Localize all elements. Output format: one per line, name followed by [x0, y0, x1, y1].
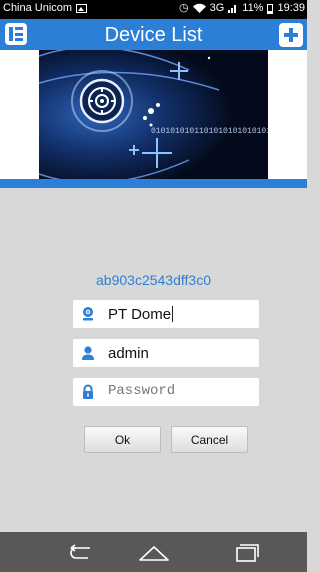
status-bar: China Unicom ◷ 3G 11% 19:39 [0, 0, 307, 19]
battery-icon [267, 4, 274, 14]
status-bar-left: China Unicom [3, 2, 88, 14]
username-field[interactable]: admin [73, 339, 259, 367]
device-name-field[interactable]: PT Dome [73, 300, 259, 328]
device-name-input[interactable]: PT Dome [108, 306, 174, 323]
image-notification-icon [76, 3, 88, 13]
banner-area: 0101010101101010101010101101010101010 [0, 50, 307, 179]
clock: 19:39 [277, 2, 305, 14]
lock-icon [83, 384, 93, 399]
page-title: Device List [104, 24, 203, 46]
banner-divider [0, 179, 307, 188]
status-bar-right: ◷ 3G 11% 19:39 [179, 2, 305, 14]
device-name-value: PT Dome [108, 306, 172, 323]
ok-button[interactable]: Ok [84, 426, 161, 453]
alarm-icon: ◷ [178, 1, 189, 14]
add-device-button[interactable] [279, 23, 303, 47]
navigation-bar [0, 532, 307, 572]
back-icon[interactable] [59, 540, 99, 564]
carrier-name: China Unicom [3, 2, 73, 14]
banner-image: 0101010101101010101010101101010101010 [39, 50, 268, 179]
network-type: 3G [209, 2, 225, 14]
password-field[interactable] [73, 378, 259, 406]
home-icon[interactable] [134, 540, 174, 564]
password-input[interactable] [106, 381, 255, 401]
banner-binary-text: 0101010101101010101010101101010101010 [151, 127, 268, 136]
camera-icon [83, 307, 93, 321]
device-id: ab903c2543dff3c0 [96, 272, 211, 288]
signal-icon [228, 5, 237, 13]
recents-icon[interactable] [226, 540, 266, 564]
battery-percent: 11% [242, 2, 264, 14]
wifi-icon [192, 3, 206, 13]
cancel-button[interactable]: Cancel [171, 426, 248, 453]
username-value[interactable]: admin [108, 345, 149, 362]
user-icon [82, 346, 94, 360]
text-cursor [172, 306, 174, 322]
title-bar: Device List [0, 19, 307, 50]
